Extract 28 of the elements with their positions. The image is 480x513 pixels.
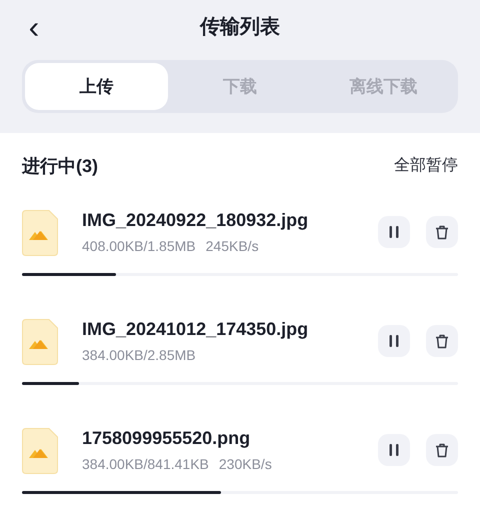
pause-icon [389, 335, 399, 347]
transfer-size: 408.00KB/1.85MB [82, 236, 196, 256]
page-title: 传输列表 [200, 15, 280, 40]
file-name: IMG_20240922_180932.jpg [82, 208, 310, 232]
image-file-icon [22, 428, 58, 474]
transfer-size: 384.00KB/841.41KB [82, 454, 209, 474]
transfer-speed: 245KB/s [206, 236, 259, 256]
pause-button[interactable] [378, 216, 410, 248]
pause-icon [389, 226, 399, 238]
image-file-icon [22, 319, 58, 365]
pause-icon [389, 444, 399, 456]
back-button[interactable]: ‹ [22, 10, 46, 44]
trash-icon [435, 442, 449, 458]
delete-button[interactable] [426, 325, 458, 357]
section-title: 进行中(3) [22, 154, 98, 178]
tab[interactable]: 上传 [25, 63, 168, 110]
delete-button[interactable] [426, 434, 458, 466]
pause-button[interactable] [378, 434, 410, 466]
transfer-speed: 230KB/s [218, 454, 272, 474]
delete-button[interactable] [426, 216, 458, 248]
pause-button[interactable] [378, 325, 410, 357]
pause-all-button[interactable]: 全部暂停 [394, 154, 458, 178]
transfer-size: 384.00KB/2.85MB [82, 346, 196, 364]
trash-icon [435, 224, 449, 240]
image-file-icon [22, 210, 58, 256]
file-name: IMG_20241012_174350.jpg [82, 318, 310, 340]
trash-icon [435, 334, 449, 348]
file-name: 1758099955520.png [82, 426, 252, 450]
